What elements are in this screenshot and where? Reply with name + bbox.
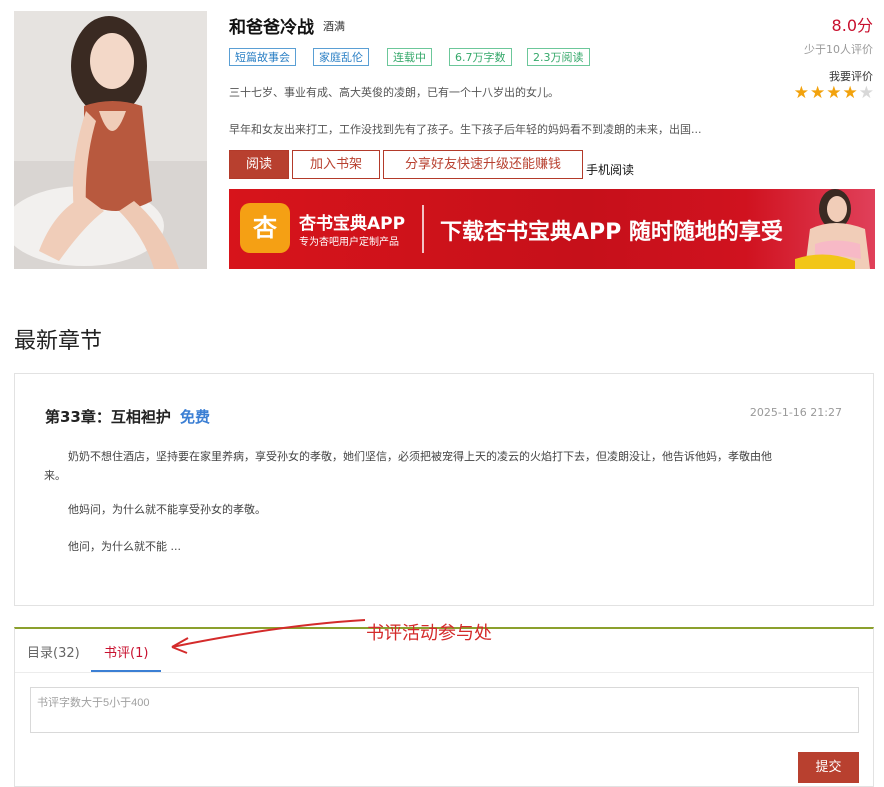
- submit-review-button[interactable]: 提交: [798, 752, 859, 783]
- book-score: 8.0分: [831, 16, 873, 35]
- banner-divider: [422, 205, 424, 253]
- book-title: 和爸爸冷战: [229, 18, 314, 38]
- latest-chapters-heading: 最新章节: [14, 329, 103, 354]
- chapter-free-badge: 免费: [180, 408, 211, 426]
- tab-separator: [15, 672, 873, 673]
- tag-word-count: 6.7万字数: [449, 48, 512, 66]
- read-button[interactable]: 阅读: [229, 150, 289, 179]
- app-logo-glyph: 杏: [253, 214, 277, 242]
- chapter-paragraph-2: 他妈问，为什么就不能享受孙女的孝敬。: [68, 503, 266, 516]
- banner-subtitle: 专为杏吧用户定制产品: [299, 237, 399, 248]
- book-intro-line-2: 早年和女友出来打工，工作没找到先有了孩子。生下孩子后年轻的妈妈看不到凌朗的未来，…: [229, 123, 702, 136]
- tag-status: 连载中: [387, 48, 432, 66]
- tab-panel: 目录(32) 书评(1) 提交: [14, 627, 874, 787]
- app-download-banner[interactable]: 杏 杏书宝典APP 专为杏吧用户定制产品 下载杏书宝典APP 随时随地的享受: [229, 189, 875, 269]
- latest-chapter-card: 第33章：互相袒护 免费 2025-1-16 21:27 奶奶不想住酒店，坚持要…: [14, 373, 874, 606]
- chapter-paragraph-1-line-2: 来。: [44, 469, 66, 482]
- rating-count: 少于10人评价: [804, 43, 873, 56]
- chapter-paragraph-3: 他问，为什么就不能 ...: [68, 540, 181, 553]
- book-intro-line-1: 三十七岁、事业有成、高大英俊的凌朗，已有一个十八岁出的女儿。: [229, 86, 559, 99]
- chapter-timestamp: 2025-1-16 21:27: [749, 406, 842, 419]
- tab-catalog[interactable]: 目录(32): [27, 642, 80, 661]
- tag-read-count: 2.3万阅读: [527, 48, 590, 66]
- star-rating[interactable]: ★ ★ ★ ★ ★: [794, 85, 874, 102]
- tag-category[interactable]: 短篇故事会: [229, 48, 296, 66]
- star-filled-icon[interactable]: ★: [843, 85, 858, 102]
- annotation-arrow-icon: [171, 619, 366, 654]
- book-cover-image[interactable]: [14, 11, 207, 269]
- banner-model-image: [795, 189, 870, 269]
- banner-app-name: 杏书宝典APP: [299, 214, 406, 234]
- rate-book-link[interactable]: 我要评价: [829, 68, 873, 84]
- book-author[interactable]: 酒满: [323, 18, 345, 34]
- annotation-label: 书评活动参与处: [366, 623, 492, 644]
- chapter-title[interactable]: 第33章：互相袒护: [45, 406, 171, 427]
- add-to-shelf-button[interactable]: 加入书架: [292, 150, 380, 179]
- star-empty-icon[interactable]: ★: [859, 85, 874, 102]
- review-input[interactable]: [30, 687, 859, 733]
- star-filled-icon[interactable]: ★: [794, 85, 809, 102]
- tag-genre[interactable]: 家庭乱伦: [313, 48, 369, 66]
- active-tab-indicator: [91, 670, 161, 672]
- star-filled-icon[interactable]: ★: [810, 85, 825, 102]
- chapter-paragraph-1-line-1: 奶奶不想住酒店，坚持要在家里养病，享受孙女的孝敬，她们坚信，必须把被宠得上天的凌…: [68, 450, 772, 463]
- share-button[interactable]: 分享好友快速升级还能赚钱: [383, 150, 583, 179]
- banner-slogan: 下载杏书宝典APP 随时随地的享受: [440, 220, 783, 245]
- tab-reviews[interactable]: 书评(1): [104, 642, 148, 661]
- app-logo-icon: 杏: [240, 203, 290, 253]
- star-filled-icon[interactable]: ★: [826, 85, 841, 102]
- mobile-read-link[interactable]: 手机阅读: [586, 161, 634, 178]
